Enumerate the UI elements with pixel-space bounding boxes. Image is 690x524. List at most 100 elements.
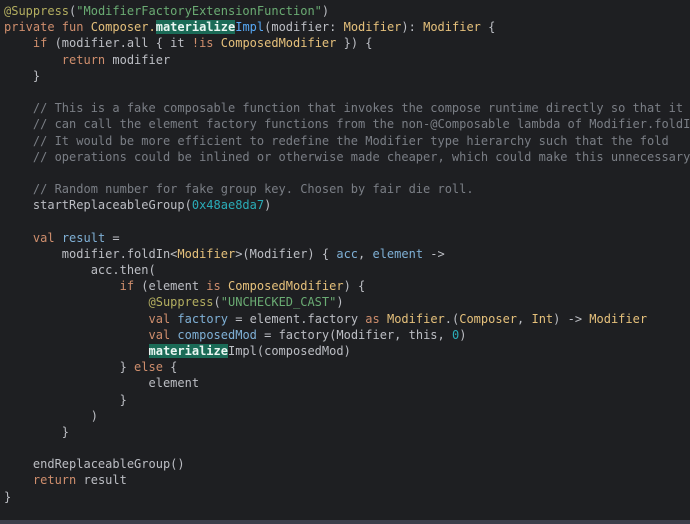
code-token: Modifier bbox=[177, 246, 236, 261]
code-token: }) { bbox=[336, 36, 373, 51]
code-token: // It would be more efficient to redefin… bbox=[4, 133, 669, 148]
code-token: !is bbox=[191, 36, 214, 51]
code-line[interactable]: } else { bbox=[4, 359, 690, 375]
code-token: } bbox=[4, 360, 135, 375]
code-line[interactable]: return result bbox=[4, 472, 690, 488]
code-line[interactable]: // This is a fake composable function th… bbox=[4, 100, 690, 116]
code-token: (modifier.all { it bbox=[47, 36, 192, 51]
code-line[interactable] bbox=[4, 213, 690, 229]
code-token: acc bbox=[336, 246, 359, 261]
code-line[interactable]: val factory = element.factory as Modifie… bbox=[4, 311, 690, 327]
code-token: modifier.foldIn< bbox=[4, 246, 178, 261]
code-token: , bbox=[358, 246, 373, 261]
horizontal-scrollbar[interactable] bbox=[0, 520, 690, 524]
code-token: ) bbox=[4, 408, 98, 423]
code-line[interactable] bbox=[4, 440, 690, 456]
code-token: Modifier bbox=[423, 20, 481, 35]
code-line[interactable]: val result = bbox=[4, 230, 690, 246]
code-token: Modifier bbox=[589, 311, 648, 326]
code-token: val bbox=[32, 230, 55, 245]
code-token: -> bbox=[423, 246, 445, 261]
code-line[interactable]: // Random number for fake group key. Cho… bbox=[4, 181, 690, 197]
code-token: = bbox=[105, 230, 120, 245]
code-editor[interactable]: @Suppress("ModifierFactoryExtensionFunct… bbox=[4, 3, 690, 505]
code-line[interactable]: } bbox=[4, 489, 690, 505]
code-line[interactable]: if (modifier.all { it !is ComposedModifi… bbox=[4, 35, 690, 51]
code-token: @Suppress bbox=[4, 4, 70, 18]
code-line[interactable]: } bbox=[4, 424, 690, 440]
code-line[interactable]: endReplaceableGroup() bbox=[4, 456, 690, 472]
code-token: } bbox=[4, 392, 127, 407]
code-token: ) bbox=[264, 198, 272, 213]
code-token: "ModifierFactoryExtensionFunction" bbox=[76, 4, 322, 18]
code-line[interactable]: @Suppress("UNCHECKED_CAST") bbox=[4, 294, 690, 310]
code-token: ) { bbox=[343, 279, 366, 294]
code-token: result bbox=[76, 473, 127, 488]
code-token: modifier bbox=[105, 52, 171, 67]
code-token: private fun bbox=[4, 20, 91, 35]
code-token: { bbox=[480, 20, 496, 35]
code-token: (element bbox=[134, 279, 207, 294]
code-token: if bbox=[32, 36, 48, 51]
code-line[interactable]: val composedMod = factory(Modifier, this… bbox=[4, 327, 690, 343]
code-token: Impl bbox=[235, 20, 265, 35]
code-token: endReplaceableGroup() bbox=[4, 457, 185, 472]
code-line[interactable] bbox=[4, 165, 690, 181]
code-line[interactable]: } bbox=[4, 392, 690, 408]
code-line[interactable]: } bbox=[4, 68, 690, 84]
code-token: 0x48ae8da7 bbox=[191, 198, 265, 213]
code-line[interactable]: element bbox=[4, 375, 690, 391]
code-line[interactable]: @Suppress("ModifierFactoryExtensionFunct… bbox=[4, 3, 690, 19]
code-token: Int bbox=[531, 311, 554, 326]
code-token: } bbox=[4, 489, 12, 504]
code-token: = factory(Modifier, this, bbox=[256, 327, 452, 342]
code-line[interactable]: materializeImpl(composedMod) bbox=[4, 343, 690, 359]
code-line[interactable]: acc.then( bbox=[4, 262, 690, 278]
code-line[interactable]: // operations could be inlined or otherw… bbox=[4, 149, 690, 165]
code-token: Composer bbox=[459, 311, 518, 326]
search-highlight: materialize bbox=[148, 343, 228, 358]
search-highlight: materialize bbox=[155, 20, 236, 35]
code-line[interactable]: if (element is ComposedModifier) { bbox=[4, 278, 690, 294]
code-line[interactable]: ) bbox=[4, 408, 690, 424]
code-token: ComposedModifier bbox=[227, 279, 344, 294]
code-token: ) bbox=[336, 295, 344, 310]
code-token: = element.factory bbox=[228, 311, 366, 326]
code-token: Modifier bbox=[343, 20, 402, 35]
code-token: return bbox=[32, 473, 77, 488]
code-token: .( bbox=[444, 311, 460, 326]
code-token: factory bbox=[177, 311, 228, 326]
code-token: Composer. bbox=[90, 20, 156, 35]
code-line[interactable]: // It would be more efficient to redefin… bbox=[4, 133, 690, 149]
code-token: // can call the element factory function… bbox=[4, 117, 690, 132]
code-token: // This is a fake composable function th… bbox=[4, 101, 684, 116]
code-token: val bbox=[148, 311, 171, 326]
code-token: element bbox=[4, 376, 200, 391]
code-token: is bbox=[206, 279, 221, 294]
code-token: } bbox=[4, 68, 41, 83]
code-line[interactable]: return modifier bbox=[4, 52, 690, 68]
code-line[interactable]: private fun Composer.materializeImpl(mod… bbox=[4, 19, 690, 35]
code-line[interactable]: startReplaceableGroup(0x48ae8da7) bbox=[4, 197, 690, 213]
code-line[interactable]: // can call the element factory function… bbox=[4, 116, 690, 132]
code-token: composedMod bbox=[177, 327, 257, 342]
code-token: @Suppress bbox=[148, 295, 214, 310]
code-token: result bbox=[61, 230, 106, 245]
code-token: // Random number for fake group key. Cho… bbox=[4, 182, 474, 197]
code-token: if bbox=[119, 279, 135, 294]
code-line[interactable] bbox=[4, 84, 690, 100]
code-line[interactable]: modifier.foldIn<Modifier>(Modifier) { ac… bbox=[4, 246, 690, 262]
code-token: } bbox=[4, 424, 70, 439]
code-token: return bbox=[61, 52, 106, 67]
